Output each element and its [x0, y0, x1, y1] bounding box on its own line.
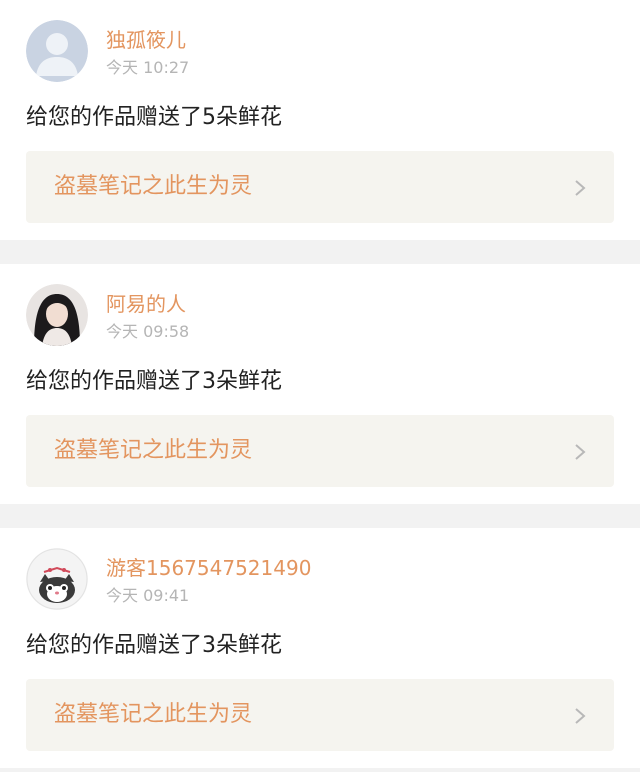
gift-message: 给您的作品赠送了3朵鲜花: [26, 369, 282, 394]
work-link[interactable]: 盗墓笔记之此生为灵: [26, 679, 614, 751]
work-title: 盗墓笔记之此生为灵: [54, 174, 253, 199]
work-title: 盗墓笔记之此生为灵: [54, 438, 253, 463]
username[interactable]: 独孤筱儿: [106, 27, 186, 53]
work-title: 盗墓笔记之此生为灵: [54, 702, 253, 727]
gift-message: 给您的作品赠送了3朵鲜花: [26, 633, 282, 658]
timestamp: 今天 09:58: [106, 322, 190, 341]
photo-avatar-icon: [26, 284, 88, 346]
chevron-right-icon: [575, 708, 586, 724]
chevron-right-icon: [575, 444, 586, 460]
work-link[interactable]: 盗墓笔记之此生为灵: [26, 151, 614, 223]
username[interactable]: 阿易的人: [106, 291, 186, 317]
avatar[interactable]: [26, 548, 88, 610]
gift-notification-feed: 独孤筱儿 今天 10:27 给您的作品赠送了5朵鲜花 盗墓笔记之此生为灵 阿易的…: [0, 0, 640, 772]
notification-card: 游客1567547521490 今天 09:41 给您的作品赠送了3朵鲜花 盗墓…: [0, 528, 640, 768]
work-link[interactable]: 盗墓笔记之此生为灵: [26, 415, 614, 487]
notification-card: 阿易的人 今天 09:58 给您的作品赠送了3朵鲜花 盗墓笔记之此生为灵: [0, 264, 640, 504]
default-user-icon: [26, 20, 88, 82]
timestamp: 今天 09:41: [106, 586, 190, 605]
timestamp: 今天 10:27: [106, 58, 190, 77]
username[interactable]: 游客1567547521490: [106, 555, 311, 581]
cat-avatar-icon: [26, 548, 88, 610]
chevron-right-icon: [575, 180, 586, 196]
avatar[interactable]: [26, 284, 88, 346]
notification-card: 独孤筱儿 今天 10:27 给您的作品赠送了5朵鲜花 盗墓笔记之此生为灵: [0, 0, 640, 240]
gift-message: 给您的作品赠送了5朵鲜花: [26, 105, 282, 130]
avatar[interactable]: [26, 20, 88, 82]
